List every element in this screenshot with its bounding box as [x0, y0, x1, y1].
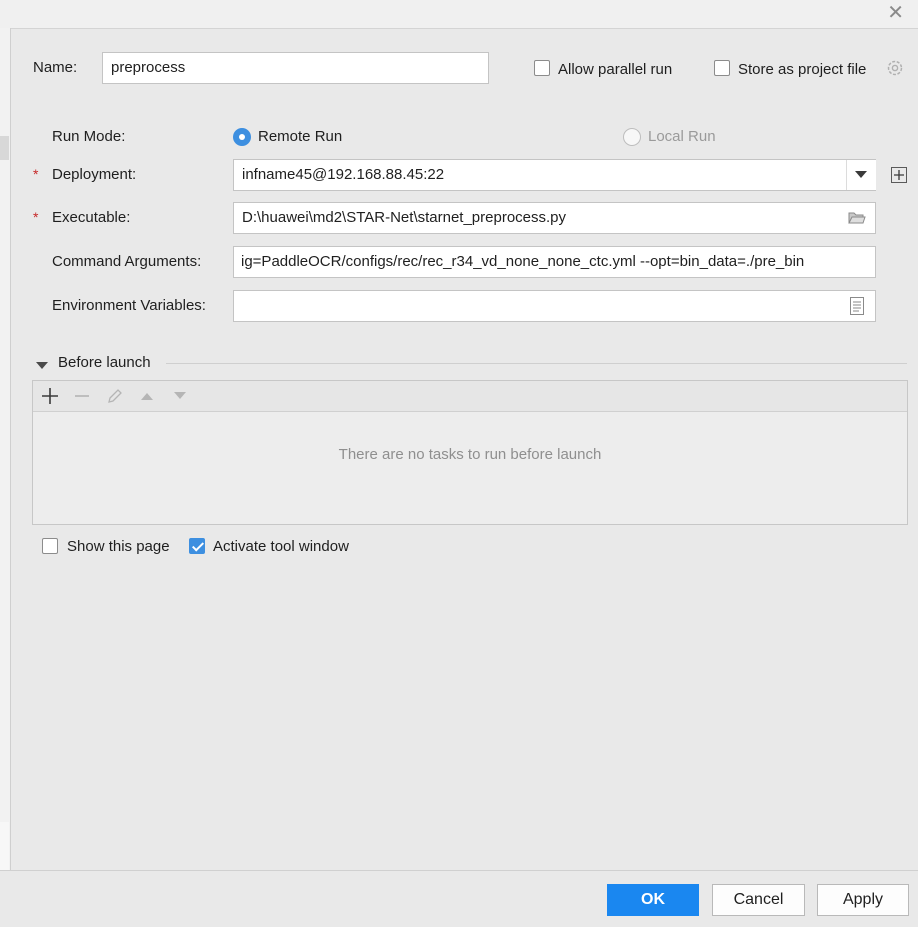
- before-launch-title[interactable]: Before launch: [58, 353, 151, 373]
- ok-button[interactable]: OK: [607, 884, 699, 916]
- env-vars-input[interactable]: [233, 290, 876, 322]
- footer-separator: [0, 870, 918, 871]
- local-run-label[interactable]: Local Run: [648, 127, 716, 147]
- close-icon[interactable]: ✕: [887, 2, 904, 24]
- activate-tool-checkbox[interactable]: [189, 538, 205, 554]
- document-icon[interactable]: [850, 297, 864, 315]
- gear-icon[interactable]: [885, 58, 905, 78]
- remote-run-radio[interactable]: [233, 128, 251, 146]
- add-task-icon[interactable]: [36, 382, 64, 410]
- left-panel-selection: [0, 136, 9, 160]
- deployment-required-mark: *: [33, 166, 39, 182]
- executable-input[interactable]: D:\huawei\md2\STAR-Net\starnet_preproces…: [233, 202, 876, 234]
- section-divider: [166, 363, 907, 364]
- deployment-select[interactable]: infname45@192.168.88.45:22: [233, 159, 876, 191]
- run-mode-label: Run Mode:: [52, 128, 126, 145]
- folder-icon[interactable]: [848, 210, 866, 226]
- command-args-label: Command Arguments:: [52, 253, 202, 270]
- empty-tasks-message: There are no tasks to run before launch: [338, 446, 602, 463]
- chevron-down-icon: [855, 171, 867, 178]
- command-args-input[interactable]: ig=PaddleOCR/configs/rec/rec_r34_vd_none…: [233, 246, 876, 278]
- collapse-triangle-icon[interactable]: [35, 358, 49, 369]
- allow-parallel-label[interactable]: Allow parallel run: [558, 60, 672, 80]
- name-label: Name:: [33, 59, 78, 76]
- store-project-label[interactable]: Store as project file: [738, 60, 866, 80]
- deployment-value: infname45@192.168.88.45:22: [242, 166, 445, 183]
- left-panel-footer: [0, 822, 9, 870]
- deployment-dropdown-button[interactable]: [846, 160, 876, 190]
- local-run-radio[interactable]: [623, 128, 641, 146]
- env-vars-label: Environment Variables:: [52, 297, 206, 314]
- edit-task-icon[interactable]: [101, 382, 129, 410]
- move-up-icon[interactable]: [133, 382, 161, 410]
- move-down-icon[interactable]: [166, 382, 194, 410]
- store-project-checkbox[interactable]: [714, 60, 730, 76]
- cancel-button[interactable]: Cancel: [712, 884, 805, 916]
- remote-run-label[interactable]: Remote Run: [258, 127, 342, 147]
- executable-label: Executable:: [52, 209, 131, 226]
- deployment-label: Deployment:: [52, 166, 137, 183]
- dialog-title-bar: [0, 0, 918, 29]
- add-deployment-icon[interactable]: [891, 167, 907, 183]
- remove-task-icon[interactable]: [68, 382, 96, 410]
- name-input[interactable]: preprocess: [102, 52, 489, 84]
- show-page-checkbox[interactable]: [42, 538, 58, 554]
- activate-tool-label[interactable]: Activate tool window: [213, 537, 349, 557]
- executable-required-mark: *: [33, 209, 39, 225]
- show-page-label[interactable]: Show this page: [67, 537, 170, 557]
- allow-parallel-checkbox[interactable]: [534, 60, 550, 76]
- before-launch-toolbar: [33, 381, 907, 412]
- apply-button[interactable]: Apply: [817, 884, 909, 916]
